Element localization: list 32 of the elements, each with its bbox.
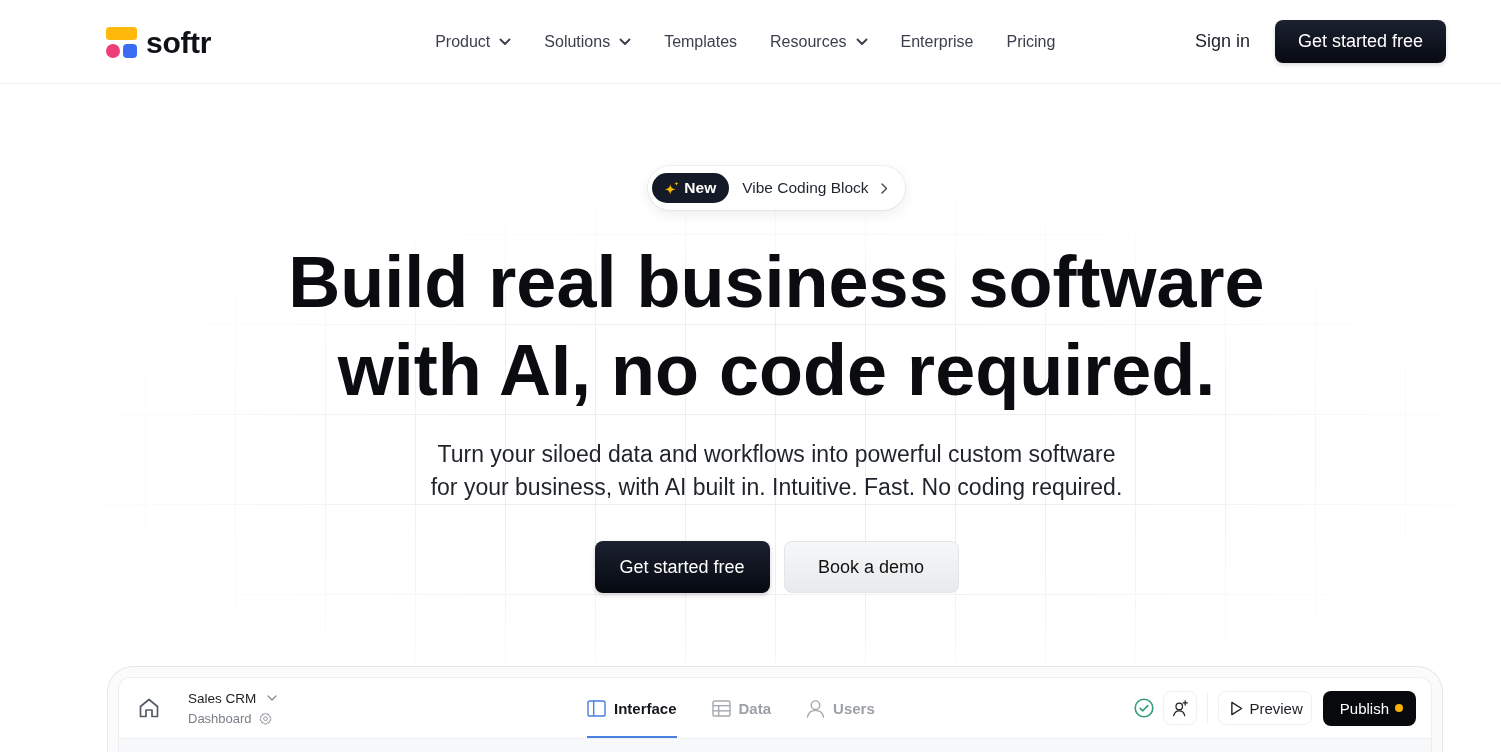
page-name: Dashboard bbox=[188, 710, 252, 726]
check-circle-icon bbox=[1134, 698, 1155, 718]
settings-icon[interactable] bbox=[258, 711, 272, 725]
primary-cta-button[interactable]: Get started free bbox=[594, 541, 770, 593]
sidebar-layout-icon bbox=[587, 699, 606, 717]
get-started-button[interactable]: Get started free bbox=[1275, 20, 1446, 63]
invite-user-button[interactable] bbox=[1163, 691, 1198, 725]
sign-in-link[interactable]: Sign in bbox=[1194, 31, 1250, 52]
nav-link[interactable]: Enterprise bbox=[900, 32, 974, 51]
user-icon bbox=[806, 698, 826, 718]
nav-link[interactable]: Templates bbox=[664, 32, 738, 51]
chevron-down-icon bbox=[267, 695, 278, 701]
nav-link[interactable]: Solutions bbox=[544, 32, 632, 51]
logo-link[interactable]: softr bbox=[106, 27, 212, 58]
nav-link[interactable]: Pricing bbox=[1006, 32, 1056, 51]
announcement-link[interactable]: New Vibe Coding Block bbox=[648, 166, 905, 210]
chevron-right-icon bbox=[880, 182, 888, 194]
table-icon bbox=[711, 699, 731, 717]
app-switcher[interactable]: Sales CRM bbox=[188, 690, 278, 706]
new-label: New bbox=[684, 179, 717, 197]
nav-link[interactable]: Product bbox=[435, 32, 512, 51]
headline: Build real business software with AI, no code required. bbox=[287, 241, 1266, 412]
sparkle-icon bbox=[664, 180, 681, 196]
preview-button[interactable]: Preview bbox=[1218, 691, 1312, 725]
home-icon[interactable] bbox=[137, 696, 161, 720]
nav-link[interactable]: Resources bbox=[770, 32, 868, 51]
subtitle: Turn your siloed data and workflows into powerful custom software for your business, with AI built in. Intuitive. Fast. No coding required. bbox=[429, 440, 1124, 502]
play-icon bbox=[1230, 700, 1244, 716]
publish-button[interactable]: Publish bbox=[1322, 690, 1416, 726]
logo-icon bbox=[106, 27, 137, 58]
secondary-cta-button[interactable]: Book a demo bbox=[783, 541, 959, 593]
user-plus-icon bbox=[1171, 699, 1189, 717]
